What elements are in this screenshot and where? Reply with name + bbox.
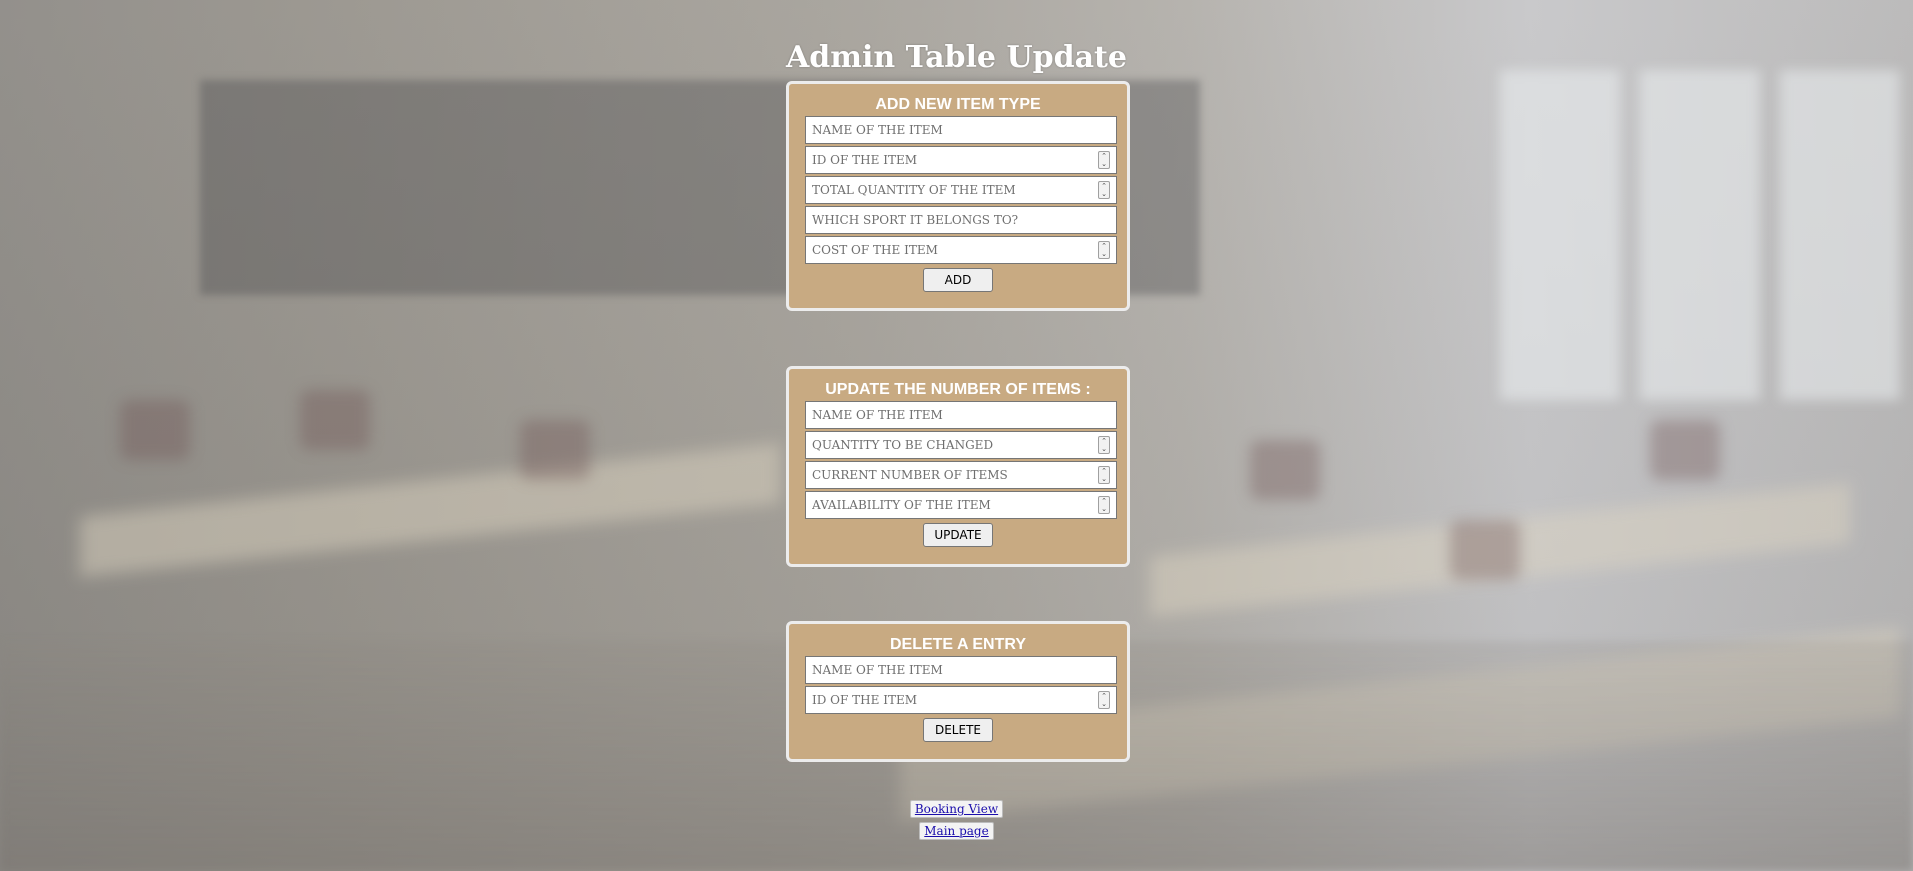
spinner-icon[interactable]: ⌃ ⌄: [1098, 436, 1110, 454]
background-chair: [1450, 520, 1520, 580]
spinner-icon[interactable]: ⌃ ⌄: [1098, 691, 1110, 709]
spinner-icon[interactable]: ⌃ ⌄: [1098, 181, 1110, 199]
background-window: [1640, 70, 1760, 400]
cost-input[interactable]: [806, 237, 1116, 263]
main-page-link[interactable]: Main page: [919, 822, 994, 840]
item-id-field[interactable]: ⌃⌄: [805, 146, 1117, 174]
availability-input[interactable]: [806, 492, 1116, 518]
item-name-input[interactable]: [806, 117, 1116, 143]
update-items-panel: UPDATE THE NUMBER OF ITEMS : ⌃⌄ ⌃⌄ ⌃⌄ UP…: [786, 366, 1130, 567]
item-id-input[interactable]: [806, 147, 1116, 173]
current-number-input[interactable]: [806, 462, 1116, 488]
add-button[interactable]: ADD: [923, 268, 993, 292]
delete-entry-heading: DELETE A ENTRY: [889, 636, 1026, 653]
background-chair: [1250, 440, 1320, 500]
page-title: Admin Table Update: [786, 40, 1127, 76]
update-item-name-input[interactable]: [806, 402, 1116, 428]
availability-field[interactable]: ⌃⌄: [805, 491, 1117, 519]
delete-entry-panel: DELETE A ENTRY ⌃⌄ DELETE: [786, 621, 1130, 762]
total-quantity-field[interactable]: ⌃⌄: [805, 176, 1117, 204]
cost-field[interactable]: ⌃⌄: [805, 236, 1117, 264]
footer-links: Booking View Main page: [0, 798, 1913, 842]
add-item-heading: ADD NEW ITEM TYPE: [875, 96, 1041, 113]
booking-view-link[interactable]: Booking View: [909, 800, 1004, 818]
spinner-icon[interactable]: ⌃ ⌄: [1098, 496, 1110, 514]
background-chair: [120, 400, 190, 460]
add-item-panel: ADD NEW ITEM TYPE ⌃⌄ ⌃⌄ ⌃⌄ ADD: [786, 81, 1130, 311]
background-desk: [80, 443, 780, 577]
background-window: [1780, 70, 1900, 400]
total-quantity-input[interactable]: [806, 177, 1116, 203]
delete-item-name-field[interactable]: [805, 656, 1117, 684]
update-items-heading: UPDATE THE NUMBER OF ITEMS :: [825, 381, 1091, 398]
current-number-field[interactable]: ⌃⌄: [805, 461, 1117, 489]
background-window: [1500, 70, 1620, 400]
item-name-field[interactable]: [805, 116, 1117, 144]
background-chair: [300, 390, 370, 450]
background-chair: [1650, 420, 1720, 480]
update-item-name-field[interactable]: [805, 401, 1117, 429]
spinner-icon[interactable]: ⌃ ⌄: [1098, 241, 1110, 259]
sport-field[interactable]: [805, 206, 1117, 234]
sport-input[interactable]: [806, 207, 1116, 233]
background-chair: [520, 420, 590, 480]
spinner-icon[interactable]: ⌃ ⌄: [1098, 466, 1110, 484]
quantity-change-input[interactable]: [806, 432, 1116, 458]
delete-item-name-input[interactable]: [806, 657, 1116, 683]
delete-button[interactable]: DELETE: [923, 718, 993, 742]
quantity-change-field[interactable]: ⌃⌄: [805, 431, 1117, 459]
delete-item-id-field[interactable]: ⌃⌄: [805, 686, 1117, 714]
delete-item-id-input[interactable]: [806, 687, 1116, 713]
update-button[interactable]: UPDATE: [923, 523, 993, 547]
spinner-icon[interactable]: ⌃ ⌄: [1098, 151, 1110, 169]
